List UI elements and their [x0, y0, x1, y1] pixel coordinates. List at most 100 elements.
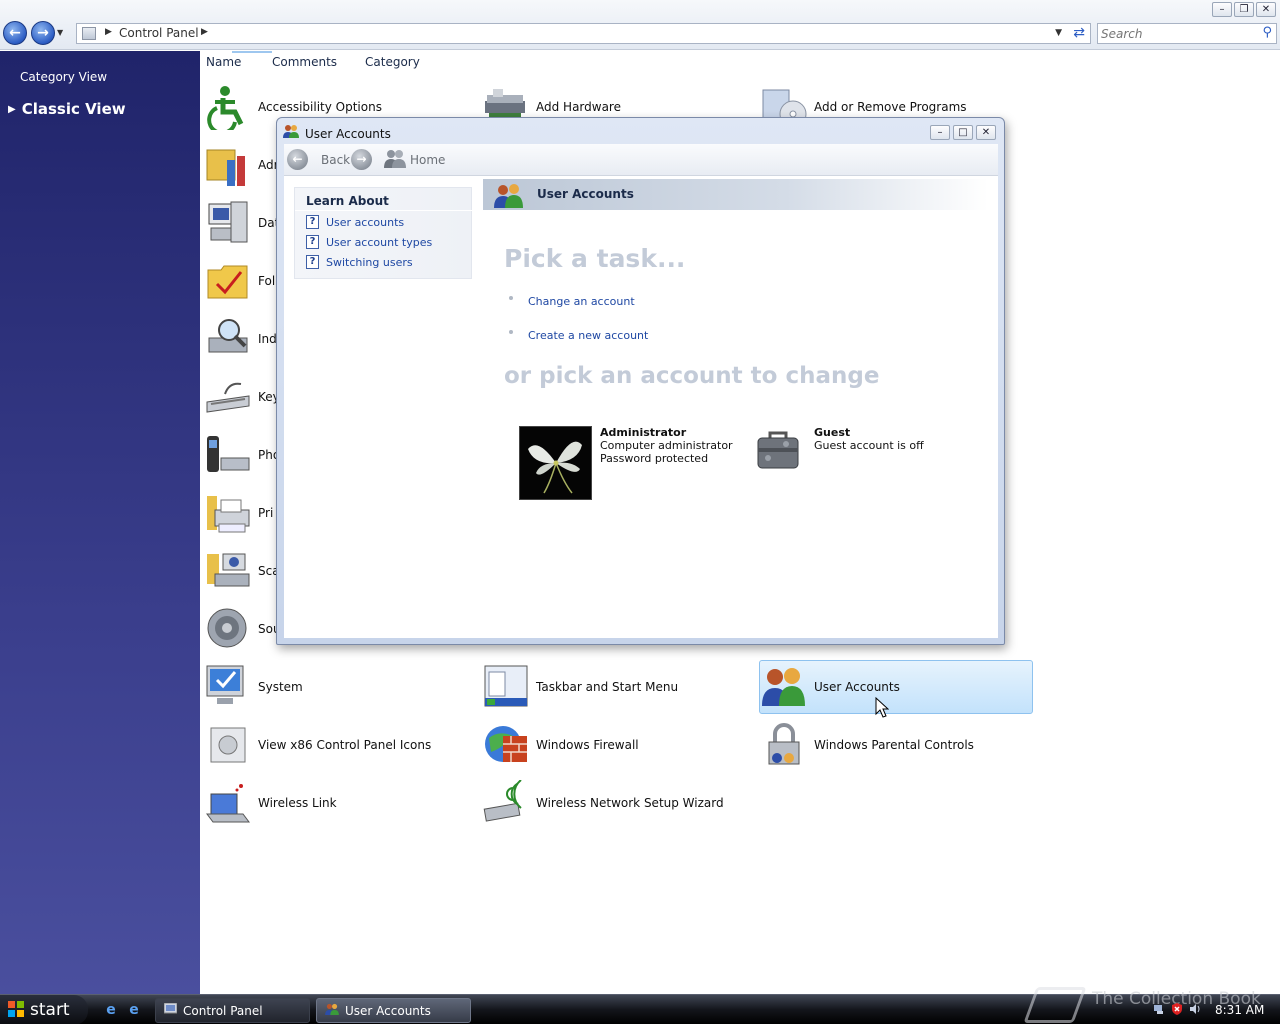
learn-link-account-types[interactable]: ? User account types	[306, 235, 432, 249]
back-button[interactable]: ←	[287, 149, 308, 170]
account-status: Guest account is off	[814, 439, 924, 452]
user-accounts-small-icon	[283, 124, 299, 141]
change-account-link[interactable]: Change an account	[509, 295, 635, 308]
taskbar-start-menu-icon	[482, 663, 530, 711]
minimize-button[interactable]: –	[930, 125, 950, 140]
volume-icon[interactable]	[1189, 1003, 1201, 1015]
breadcrumb-arrow-icon[interactable]: ▶	[201, 27, 208, 37]
maximize-button[interactable]: □	[953, 125, 973, 140]
back-label[interactable]: Back	[321, 153, 350, 167]
learn-link-user-accounts[interactable]: ? User accounts	[306, 215, 404, 229]
control-panel-small-icon	[82, 27, 96, 40]
back-button[interactable]: ←	[3, 21, 27, 45]
search-box[interactable]: ⚲	[1097, 23, 1277, 44]
help-icon: ?	[306, 255, 319, 269]
item-view-x86-icons[interactable]: View x86 Control Panel Icons	[204, 718, 431, 772]
keyboard-icon	[204, 373, 252, 421]
forward-button[interactable]: →	[31, 21, 55, 45]
window-toolbar: ← Back → Home	[284, 144, 998, 176]
home-users-icon[interactable]	[384, 148, 406, 171]
start-button[interactable]: start	[0, 995, 88, 1024]
account-tile-guest[interactable]: Guest Guest account is off	[756, 426, 956, 476]
item-indexing-options[interactable]: Ind	[204, 312, 277, 366]
item-keyboard[interactable]: Key	[204, 370, 280, 424]
item-wireless-link[interactable]: Wireless Link	[204, 776, 337, 830]
item-label: Add Hardware	[536, 100, 621, 114]
user-accounts-window: User Accounts – □ ✕ ← Back → Home Learn …	[276, 117, 1005, 645]
forward-button[interactable]: →	[351, 149, 372, 170]
window-content: Learn About ? User accounts ? User accou…	[284, 176, 998, 638]
restore-button[interactable]: ❐	[1234, 2, 1254, 17]
minimize-button[interactable]: –	[1212, 2, 1232, 17]
learn-link-switching-users[interactable]: ? Switching users	[306, 255, 413, 269]
classic-view-link[interactable]: ▶ Classic View	[8, 100, 126, 118]
quick-launch-ie-icon[interactable]: e	[126, 1002, 142, 1018]
system-tray	[1153, 1003, 1201, 1015]
address-dropdown-icon[interactable]: ▼	[1055, 28, 1062, 38]
item-windows-parental-controls[interactable]: Windows Parental Controls	[760, 718, 974, 772]
search-input[interactable]	[1101, 25, 1251, 42]
column-header-category[interactable]: Category	[365, 55, 420, 69]
home-label[interactable]: Home	[410, 153, 445, 167]
account-name: Guest	[814, 426, 851, 439]
divider	[295, 210, 473, 211]
column-header-name[interactable]: Name	[206, 51, 273, 69]
item-folder-options[interactable]: Fol	[204, 254, 275, 308]
user-accounts-small-icon	[325, 1003, 339, 1018]
wireless-network-wizard-icon	[482, 779, 530, 827]
clock[interactable]: 8:31 AM	[1215, 1003, 1264, 1017]
close-button[interactable]: ✕	[976, 125, 996, 140]
close-button[interactable]: ✕	[1256, 2, 1276, 17]
account-tile-administrator[interactable]: Administrator Computer administrator Pas…	[519, 426, 739, 502]
speaker-icon	[204, 605, 252, 653]
windows-logo-icon	[8, 1000, 24, 1020]
breadcrumb-control-panel[interactable]: Control Panel	[119, 26, 199, 40]
section-title: User Accounts	[537, 187, 634, 201]
taskbar: start e e Control Panel User Accounts Th…	[0, 987, 1280, 1024]
item-label: User Accounts	[814, 680, 900, 694]
item-label: Windows Parental Controls	[814, 738, 974, 752]
security-shield-icon[interactable]	[1171, 1003, 1183, 1015]
taskbar-item-control-panel[interactable]: Control Panel	[155, 998, 310, 1023]
item-windows-firewall[interactable]: Windows Firewall	[482, 718, 639, 772]
item-taskbar-start-menu[interactable]: Taskbar and Start Menu	[482, 660, 678, 714]
pick-account-heading: or pick an account to change	[504, 363, 880, 389]
item-administrative-tools[interactable]: Adm	[204, 138, 285, 192]
network-icon[interactable]	[1153, 1003, 1165, 1015]
user-accounts-icon	[760, 663, 808, 711]
firewall-icon	[482, 721, 530, 769]
item-scanners-cameras[interactable]: Sca	[204, 544, 280, 598]
item-label: Taskbar and Start Menu	[536, 680, 679, 694]
bullet-icon	[509, 295, 513, 300]
search-icon[interactable]: ⚲	[1262, 25, 1272, 40]
control-panel-small-icon	[163, 1002, 178, 1018]
create-account-link[interactable]: Create a new account	[509, 329, 648, 342]
breadcrumb-arrow-icon[interactable]: ▶	[105, 27, 112, 37]
item-label: Add or Remove Programs	[814, 100, 967, 114]
window-title: User Accounts	[305, 127, 391, 141]
quick-launch-browser-icon[interactable]: e	[103, 1002, 119, 1018]
classic-view-label: Classic View	[21, 100, 126, 118]
accessibility-icon	[204, 83, 252, 131]
taskbar-item-user-accounts[interactable]: User Accounts	[316, 998, 471, 1023]
item-phone-modem[interactable]: Pho	[204, 428, 280, 482]
view-x86-icons-icon	[204, 721, 252, 769]
category-view-link[interactable]: Category View	[20, 70, 107, 84]
item-user-accounts[interactable]: User Accounts	[759, 660, 1033, 714]
learn-link-label: User accounts	[326, 215, 405, 229]
recent-pages-dropdown[interactable]: ▼	[57, 28, 63, 37]
learn-about-panel: Learn About ? User accounts ? User accou…	[294, 187, 473, 279]
window-titlebar[interactable]: User Accounts – □ ✕	[277, 118, 1004, 144]
item-printers[interactable]: Pri	[204, 486, 273, 540]
item-system[interactable]: System	[204, 660, 303, 714]
taskbar-item-label: Control Panel	[183, 1003, 263, 1018]
refresh-icon[interactable]: ⇄	[1073, 25, 1085, 41]
user-accounts-icon	[493, 182, 525, 211]
folder-options-icon	[204, 257, 252, 305]
arrow-left-icon: ←	[292, 152, 303, 166]
item-sound[interactable]: Sou	[204, 602, 281, 656]
column-header-comments[interactable]: Comments	[272, 55, 337, 69]
item-wireless-network-setup-wizard[interactable]: Wireless Network Setup Wizard	[482, 776, 724, 830]
item-date-time[interactable]: Dat	[204, 196, 279, 250]
address-bar[interactable]: ▶ Control Panel ▶ ▼ ⇄	[76, 23, 1091, 44]
